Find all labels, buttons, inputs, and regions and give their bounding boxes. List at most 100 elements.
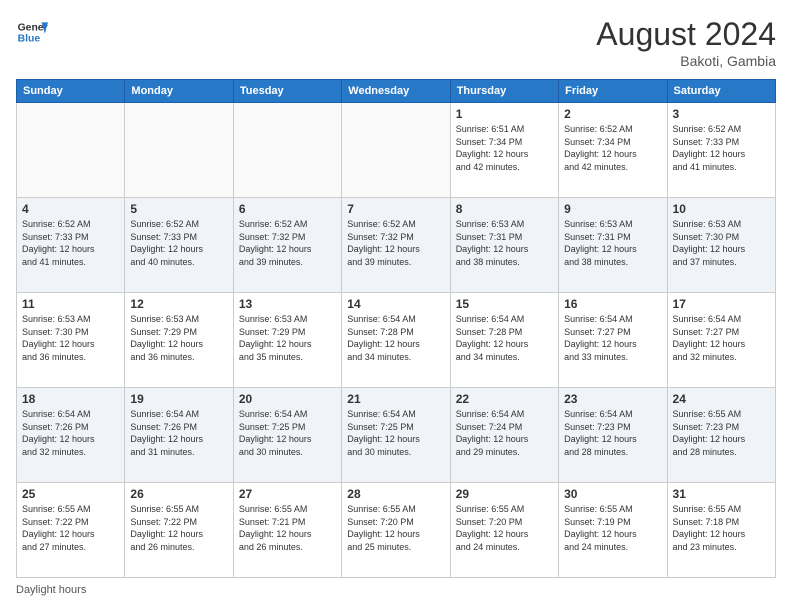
day-number: 15 xyxy=(456,297,553,311)
day-info: Sunrise: 6:55 AM Sunset: 7:18 PM Dayligh… xyxy=(673,503,770,553)
day-info: Sunrise: 6:54 AM Sunset: 7:28 PM Dayligh… xyxy=(456,313,553,363)
calendar-cell: 30 Sunrise: 6:55 AM Sunset: 7:19 PM Dayli… xyxy=(559,483,667,578)
day-number: 5 xyxy=(130,202,227,216)
calendar-cell: 26Sunrise: 6:55 AM Sunset: 7:22 PM Dayli… xyxy=(125,483,233,578)
day-number: 31 xyxy=(673,487,770,501)
calendar-cell: 31 Sunrise: 6:55 AM Sunset: 7:18 PM Dayli… xyxy=(667,483,775,578)
day-number: 24 xyxy=(673,392,770,406)
day-info: Sunrise: 6:53 AM Sunset: 7:31 PM Dayligh… xyxy=(456,218,553,268)
footer: Daylight hours xyxy=(16,584,776,596)
day-number: 2 xyxy=(564,107,661,121)
weekday-header: Friday xyxy=(559,80,667,103)
month-year: August 2024 xyxy=(596,16,776,53)
weekday-header: Tuesday xyxy=(233,80,341,103)
weekday-header: Wednesday xyxy=(342,80,450,103)
day-info: Sunrise: 6:53 AM Sunset: 7:29 PM Dayligh… xyxy=(239,313,336,363)
calendar-cell: 10 Sunrise: 6:53 AM Sunset: 7:30 PM Dayli… xyxy=(667,198,775,293)
day-number: 8 xyxy=(456,202,553,216)
day-info: Sunrise: 6:55 AM Sunset: 7:22 PM Dayligh… xyxy=(22,503,119,553)
calendar-cell: 4Sunrise: 6:52 AM Sunset: 7:33 PM Daylig… xyxy=(17,198,125,293)
day-number: 25 xyxy=(22,487,119,501)
calendar-cell: 9 Sunrise: 6:53 AM Sunset: 7:31 PM Daylig… xyxy=(559,198,667,293)
day-number: 3 xyxy=(673,107,770,121)
day-info: Sunrise: 6:53 AM Sunset: 7:31 PM Dayligh… xyxy=(564,218,661,268)
day-number: 11 xyxy=(22,297,119,311)
weekday-header: Sunday xyxy=(17,80,125,103)
logo-icon: General Blue xyxy=(16,16,48,48)
day-info: Sunrise: 6:53 AM Sunset: 7:30 PM Dayligh… xyxy=(22,313,119,363)
day-number: 19 xyxy=(130,392,227,406)
day-number: 28 xyxy=(347,487,444,501)
calendar-cell: 5 Sunrise: 6:52 AM Sunset: 7:33 PM Daylig… xyxy=(125,198,233,293)
day-info: Sunrise: 6:52 AM Sunset: 7:33 PM Dayligh… xyxy=(130,218,227,268)
day-number: 26 xyxy=(130,487,227,501)
day-info: Sunrise: 6:55 AM Sunset: 7:19 PM Dayligh… xyxy=(564,503,661,553)
calendar-cell: 29 Sunrise: 6:55 AM Sunset: 7:20 PM Dayli… xyxy=(450,483,558,578)
day-info: Sunrise: 6:53 AM Sunset: 7:30 PM Dayligh… xyxy=(673,218,770,268)
calendar-cell: 19Sunrise: 6:54 AM Sunset: 7:26 PM Dayli… xyxy=(125,388,233,483)
day-number: 9 xyxy=(564,202,661,216)
calendar-week-row: 11 Sunrise: 6:53 AM Sunset: 7:30 PM Dayli… xyxy=(17,293,776,388)
day-number: 23 xyxy=(564,392,661,406)
day-info: Sunrise: 6:53 AM Sunset: 7:29 PM Dayligh… xyxy=(130,313,227,363)
day-info: Sunrise: 6:55 AM Sunset: 7:20 PM Dayligh… xyxy=(456,503,553,553)
day-number: 30 xyxy=(564,487,661,501)
calendar-cell: 24 Sunrise: 6:55 AM Sunset: 7:23 PM Dayli… xyxy=(667,388,775,483)
day-number: 21 xyxy=(347,392,444,406)
day-info: Sunrise: 6:54 AM Sunset: 7:27 PM Dayligh… xyxy=(673,313,770,363)
calendar-cell: 1 Sunrise: 6:51 AM Sunset: 7:34 PM Daylig… xyxy=(450,103,558,198)
day-info: Sunrise: 6:54 AM Sunset: 7:23 PM Dayligh… xyxy=(564,408,661,458)
page: General Blue August 2024 Bakoti, Gambia … xyxy=(0,0,792,612)
calendar-cell: 22 Sunrise: 6:54 AM Sunset: 7:24 PM Dayli… xyxy=(450,388,558,483)
day-number: 1 xyxy=(456,107,553,121)
calendar-cell: 11 Sunrise: 6:53 AM Sunset: 7:30 PM Dayli… xyxy=(17,293,125,388)
weekday-header: Thursday xyxy=(450,80,558,103)
calendar-week-row: 4Sunrise: 6:52 AM Sunset: 7:33 PM Daylig… xyxy=(17,198,776,293)
weekday-header: Saturday xyxy=(667,80,775,103)
day-info: Sunrise: 6:54 AM Sunset: 7:26 PM Dayligh… xyxy=(22,408,119,458)
day-info: Sunrise: 6:54 AM Sunset: 7:25 PM Dayligh… xyxy=(347,408,444,458)
day-number: 22 xyxy=(456,392,553,406)
header: General Blue August 2024 Bakoti, Gambia xyxy=(16,16,776,69)
logo: General Blue xyxy=(16,16,48,48)
day-info: Sunrise: 6:55 AM Sunset: 7:21 PM Dayligh… xyxy=(239,503,336,553)
location: Bakoti, Gambia xyxy=(596,53,776,69)
calendar-cell: 2Sunrise: 6:52 AM Sunset: 7:34 PM Daylig… xyxy=(559,103,667,198)
day-number: 27 xyxy=(239,487,336,501)
calendar-cell: 12Sunrise: 6:53 AM Sunset: 7:29 PM Dayli… xyxy=(125,293,233,388)
calendar-cell xyxy=(125,103,233,198)
calendar-cell: 13 Sunrise: 6:53 AM Sunset: 7:29 PM Dayli… xyxy=(233,293,341,388)
calendar-cell: 6 Sunrise: 6:52 AM Sunset: 7:32 PM Daylig… xyxy=(233,198,341,293)
calendar-week-row: 25 Sunrise: 6:55 AM Sunset: 7:22 PM Dayli… xyxy=(17,483,776,578)
weekday-header: Monday xyxy=(125,80,233,103)
calendar-cell: 16 Sunrise: 6:54 AM Sunset: 7:27 PM Dayli… xyxy=(559,293,667,388)
day-number: 29 xyxy=(456,487,553,501)
day-number: 20 xyxy=(239,392,336,406)
day-number: 10 xyxy=(673,202,770,216)
day-number: 16 xyxy=(564,297,661,311)
calendar-table: SundayMondayTuesdayWednesdayThursdayFrid… xyxy=(16,79,776,578)
day-info: Sunrise: 6:54 AM Sunset: 7:27 PM Dayligh… xyxy=(564,313,661,363)
calendar-cell: 23 Sunrise: 6:54 AM Sunset: 7:23 PM Dayli… xyxy=(559,388,667,483)
day-number: 7 xyxy=(347,202,444,216)
calendar-cell: 3 Sunrise: 6:52 AM Sunset: 7:33 PM Daylig… xyxy=(667,103,775,198)
calendar-cell: 8 Sunrise: 6:53 AM Sunset: 7:31 PM Daylig… xyxy=(450,198,558,293)
calendar-week-row: 18 Sunrise: 6:54 AM Sunset: 7:26 PM Dayli… xyxy=(17,388,776,483)
day-number: 6 xyxy=(239,202,336,216)
day-number: 13 xyxy=(239,297,336,311)
day-info: Sunrise: 6:55 AM Sunset: 7:23 PM Dayligh… xyxy=(673,408,770,458)
day-info: Sunrise: 6:52 AM Sunset: 7:32 PM Dayligh… xyxy=(239,218,336,268)
calendar-week-row: 1 Sunrise: 6:51 AM Sunset: 7:34 PM Daylig… xyxy=(17,103,776,198)
calendar-cell: 21 Sunrise: 6:54 AM Sunset: 7:25 PM Dayli… xyxy=(342,388,450,483)
calendar-cell: 25 Sunrise: 6:55 AM Sunset: 7:22 PM Dayli… xyxy=(17,483,125,578)
day-info: Sunrise: 6:51 AM Sunset: 7:34 PM Dayligh… xyxy=(456,123,553,173)
calendar-cell: 17 Sunrise: 6:54 AM Sunset: 7:27 PM Dayli… xyxy=(667,293,775,388)
day-number: 18 xyxy=(22,392,119,406)
calendar-cell: 14Sunrise: 6:54 AM Sunset: 7:28 PM Dayli… xyxy=(342,293,450,388)
day-number: 14 xyxy=(347,297,444,311)
day-info: Sunrise: 6:55 AM Sunset: 7:20 PM Dayligh… xyxy=(347,503,444,553)
day-info: Sunrise: 6:52 AM Sunset: 7:33 PM Dayligh… xyxy=(673,123,770,173)
day-info: Sunrise: 6:54 AM Sunset: 7:24 PM Dayligh… xyxy=(456,408,553,458)
day-number: 17 xyxy=(673,297,770,311)
title-block: August 2024 Bakoti, Gambia xyxy=(596,16,776,69)
